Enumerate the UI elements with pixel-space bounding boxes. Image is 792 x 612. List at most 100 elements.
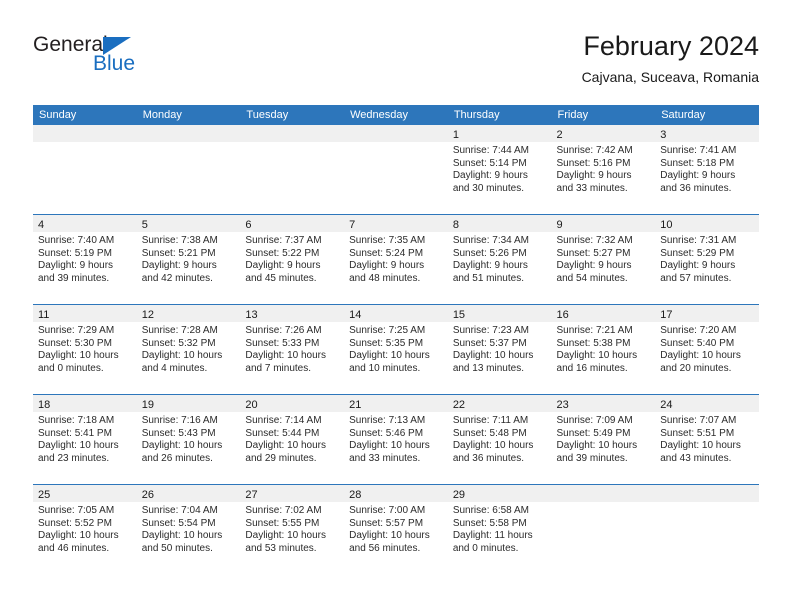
day-cell[interactable]: [551, 485, 656, 575]
page-title: February 2024: [583, 31, 759, 61]
weekday-header-tuesday: Tuesday: [246, 109, 289, 121]
daylight-text-line1: Daylight: 9 hours: [556, 260, 632, 272]
daylight-text-line2: and 33 minutes.: [556, 182, 628, 194]
day-info: Sunrise: 7:00 AM Sunset: 5:57 PM Dayligh…: [344, 502, 448, 555]
day-cell[interactable]: 6 Sunrise: 7:37 AM Sunset: 5:22 PM Dayli…: [240, 215, 345, 304]
daylight-text-line2: and 29 minutes.: [245, 452, 317, 464]
day-cell[interactable]: 29 Sunrise: 6:58 AM Sunset: 5:58 PM Dayl…: [447, 485, 552, 575]
daylight-text-line1: Daylight: 10 hours: [38, 440, 119, 452]
day-info: Sunrise: 7:07 AM Sunset: 5:51 PM Dayligh…: [655, 412, 759, 465]
daylight-text-line2: and 56 minutes.: [349, 542, 421, 554]
sunset-text: Sunset: 5:22 PM: [245, 247, 320, 259]
day-cell[interactable]: 13 Sunrise: 7:26 AM Sunset: 5:33 PM Dayl…: [240, 305, 345, 394]
day-cell[interactable]: 17 Sunrise: 7:20 AM Sunset: 5:40 PM Dayl…: [655, 305, 759, 394]
sunset-text: Sunset: 5:51 PM: [660, 427, 735, 439]
day-number-bar: 27: [240, 485, 345, 502]
day-cell[interactable]: 8 Sunrise: 7:34 AM Sunset: 5:26 PM Dayli…: [447, 215, 552, 304]
sunset-text: Sunset: 5:19 PM: [38, 247, 112, 259]
day-info: Sunrise: 7:18 AM Sunset: 5:41 PM Dayligh…: [33, 412, 137, 465]
day-cell[interactable]: 10 Sunrise: 7:31 AM Sunset: 5:29 PM Dayl…: [655, 215, 759, 304]
sunrise-text: Sunrise: 7:09 AM: [556, 415, 633, 426]
weekday-header-sunday: Sunday: [39, 109, 77, 121]
daylight-text-line2: and 39 minutes.: [556, 452, 628, 464]
day-cell[interactable]: 19 Sunrise: 7:16 AM Sunset: 5:43 PM Dayl…: [136, 395, 241, 484]
day-number-bar: 13: [240, 305, 345, 322]
day-cell[interactable]: 1 Sunrise: 7:44 AM Sunset: 5:14 PM Dayli…: [447, 125, 552, 214]
daylight-text-line1: Daylight: 10 hours: [38, 350, 119, 362]
daylight-text-line1: Daylight: 10 hours: [349, 530, 430, 542]
day-cell[interactable]: 15 Sunrise: 7:23 AM Sunset: 5:37 PM Dayl…: [447, 305, 552, 394]
day-cell[interactable]: 7 Sunrise: 7:35 AM Sunset: 5:24 PM Dayli…: [344, 215, 448, 304]
day-info: [552, 502, 656, 505]
day-number-bar: 22: [447, 395, 552, 412]
daylight-text-line2: and 23 minutes.: [38, 452, 110, 464]
day-cell[interactable]: [240, 125, 345, 214]
sunset-text: Sunset: 5:27 PM: [556, 247, 631, 259]
day-number: 20: [245, 399, 258, 411]
day-cell[interactable]: [33, 125, 137, 214]
daylight-text-line2: and 51 minutes.: [452, 272, 524, 284]
sunrise-text: Sunrise: 7:02 AM: [245, 505, 322, 516]
daylight-text-line1: Daylight: 10 hours: [660, 440, 741, 452]
day-cell[interactable]: 21 Sunrise: 7:13 AM Sunset: 5:46 PM Dayl…: [344, 395, 448, 484]
sunset-text: Sunset: 5:48 PM: [452, 427, 527, 439]
sunset-text: Sunset: 5:29 PM: [660, 247, 735, 259]
day-cell[interactable]: 28 Sunrise: 7:00 AM Sunset: 5:57 PM Dayl…: [344, 485, 448, 575]
daylight-text-line1: Daylight: 9 hours: [452, 260, 528, 272]
day-number-bar: 23: [551, 395, 656, 412]
day-cell[interactable]: 26 Sunrise: 7:04 AM Sunset: 5:54 PM Dayl…: [136, 485, 241, 575]
day-number: 6: [245, 219, 252, 231]
day-cell[interactable]: 24 Sunrise: 7:07 AM Sunset: 5:51 PM Dayl…: [655, 395, 759, 484]
day-cell[interactable]: 3 Sunrise: 7:41 AM Sunset: 5:18 PM Dayli…: [655, 125, 759, 214]
day-number: 2: [556, 129, 563, 141]
day-number: 13: [245, 309, 258, 321]
sunrise-text: Sunrise: 7:38 AM: [141, 235, 218, 246]
day-info: Sunrise: 7:38 AM Sunset: 5:21 PM Dayligh…: [137, 232, 241, 285]
day-info: [33, 142, 137, 145]
day-number-bar: 11: [33, 305, 137, 322]
daylight-text-line2: and 16 minutes.: [556, 362, 628, 374]
day-info: Sunrise: 7:28 AM Sunset: 5:32 PM Dayligh…: [137, 322, 241, 375]
day-cell[interactable]: 23 Sunrise: 7:09 AM Sunset: 5:49 PM Dayl…: [551, 395, 656, 484]
general-blue-logo[interactable]: General Blue: [33, 34, 183, 84]
weekday-header-row: Sunday Monday Tuesday Wednesday Thursday…: [33, 105, 759, 125]
day-cell[interactable]: 9 Sunrise: 7:32 AM Sunset: 5:27 PM Dayli…: [551, 215, 656, 304]
day-cell[interactable]: [344, 125, 448, 214]
daylight-text-line1: Daylight: 10 hours: [452, 440, 534, 452]
day-info: [137, 142, 241, 145]
day-cell[interactable]: 12 Sunrise: 7:28 AM Sunset: 5:32 PM Dayl…: [136, 305, 241, 394]
day-cell[interactable]: 14 Sunrise: 7:25 AM Sunset: 5:35 PM Dayl…: [344, 305, 448, 394]
day-info: Sunrise: 7:37 AM Sunset: 5:22 PM Dayligh…: [240, 232, 344, 285]
day-cell[interactable]: [655, 485, 759, 575]
daylight-text-line1: Daylight: 11 hours: [452, 530, 533, 542]
day-cell[interactable]: 18 Sunrise: 7:18 AM Sunset: 5:41 PM Dayl…: [33, 395, 137, 484]
sunrise-text: Sunrise: 7:25 AM: [349, 325, 426, 336]
day-number: 9: [556, 219, 563, 231]
sunrise-text: Sunrise: 7:35 AM: [349, 235, 426, 246]
day-number-bar: 14: [344, 305, 448, 322]
day-cell[interactable]: 22 Sunrise: 7:11 AM Sunset: 5:48 PM Dayl…: [447, 395, 552, 484]
day-cell[interactable]: 2 Sunrise: 7:42 AM Sunset: 5:16 PM Dayli…: [551, 125, 656, 214]
calendar-grid: Sunday Monday Tuesday Wednesday Thursday…: [33, 105, 759, 575]
day-number: 16: [556, 309, 569, 321]
daylight-text-line2: and 20 minutes.: [660, 362, 732, 374]
day-cell[interactable]: 25 Sunrise: 7:05 AM Sunset: 5:52 PM Dayl…: [33, 485, 137, 575]
day-cell[interactable]: [136, 125, 241, 214]
day-number-bar: 16: [551, 305, 656, 322]
weekday-header-saturday: Saturday: [661, 109, 706, 121]
day-cell[interactable]: 27 Sunrise: 7:02 AM Sunset: 5:55 PM Dayl…: [240, 485, 345, 575]
day-cell[interactable]: 16 Sunrise: 7:21 AM Sunset: 5:38 PM Dayl…: [551, 305, 656, 394]
daylight-text-line1: Daylight: 10 hours: [245, 530, 327, 542]
day-info: Sunrise: 7:32 AM Sunset: 5:27 PM Dayligh…: [552, 232, 656, 285]
day-cell[interactable]: 5 Sunrise: 7:38 AM Sunset: 5:21 PM Dayli…: [136, 215, 241, 304]
day-number-bar: 24: [655, 395, 759, 412]
daylight-text-line2: and 36 minutes.: [660, 182, 732, 194]
day-cell[interactable]: 11 Sunrise: 7:29 AM Sunset: 5:30 PM Dayl…: [33, 305, 137, 394]
day-number-bar: [136, 125, 241, 142]
day-cell[interactable]: 20 Sunrise: 7:14 AM Sunset: 5:44 PM Dayl…: [240, 395, 345, 484]
day-number-bar: 1: [447, 125, 552, 142]
daylight-text-line2: and 57 minutes.: [660, 272, 732, 284]
day-cell[interactable]: 4 Sunrise: 7:40 AM Sunset: 5:19 PM Dayli…: [33, 215, 137, 304]
sunrise-text: Sunrise: 7:31 AM: [660, 235, 737, 246]
day-number-bar: 5: [136, 215, 241, 232]
